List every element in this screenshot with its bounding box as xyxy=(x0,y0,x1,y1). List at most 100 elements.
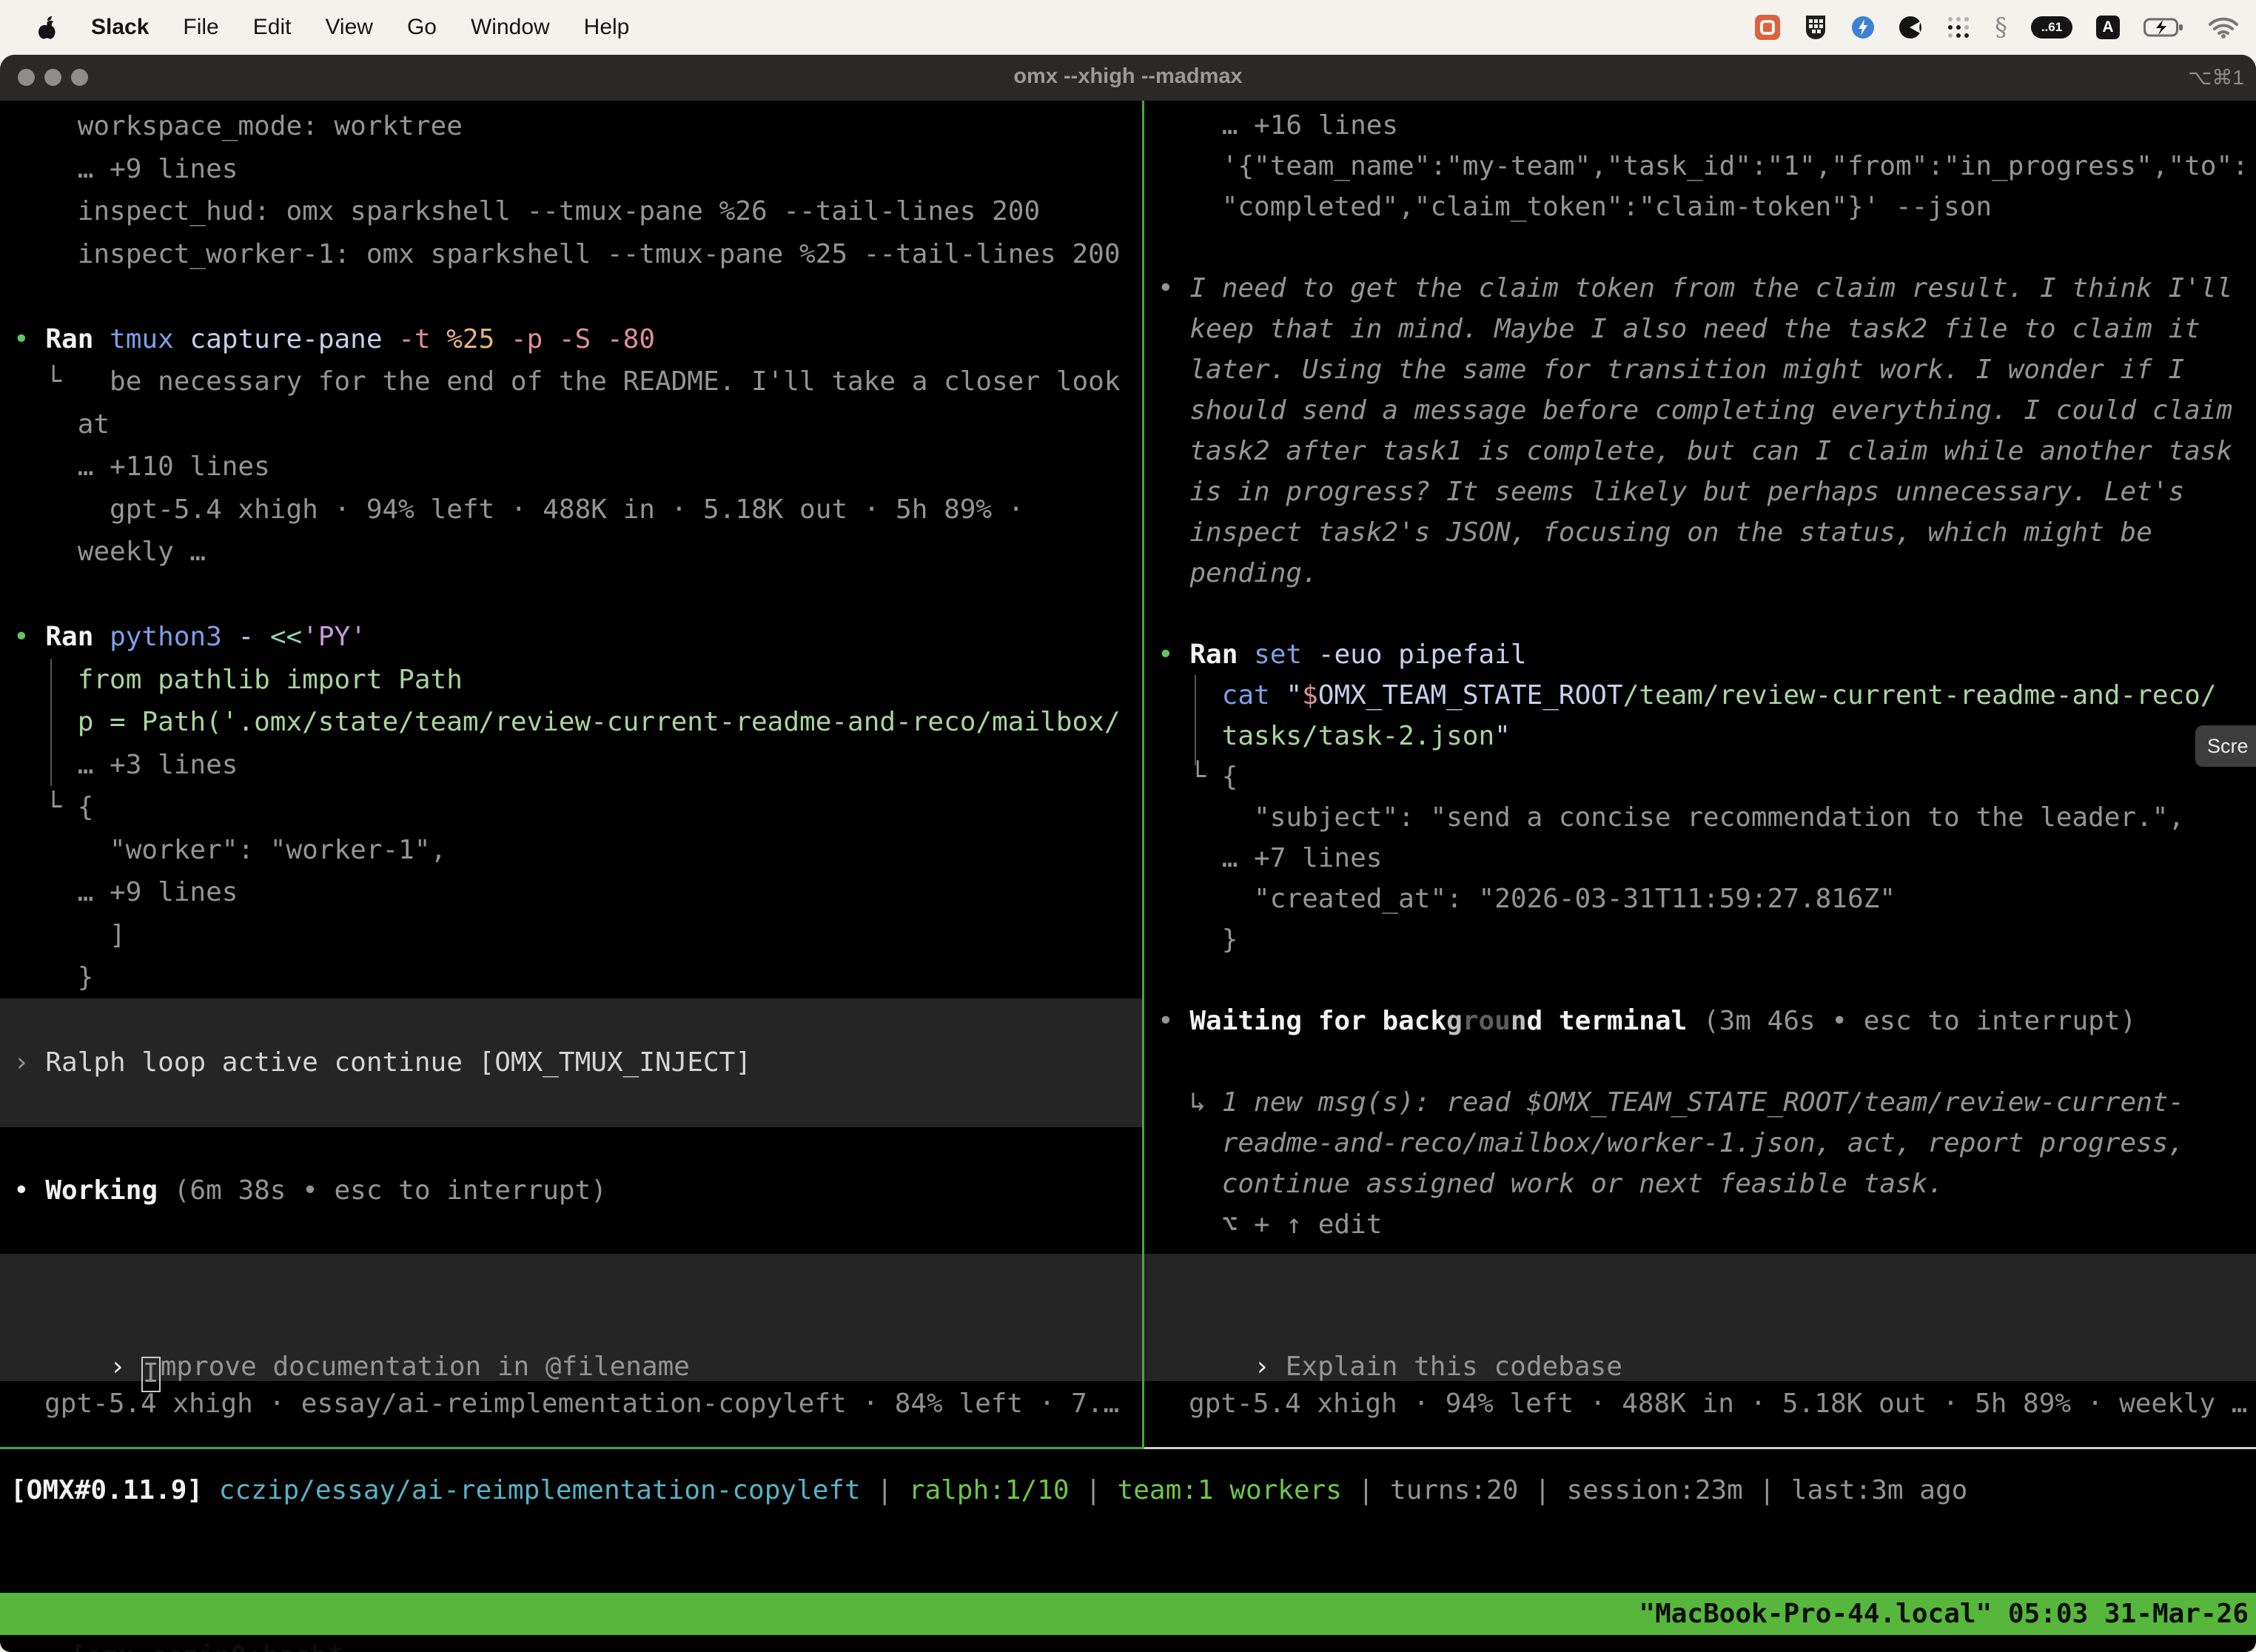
terminal-line: inspect task2's JSON, focusing on the st… xyxy=(1144,512,2256,553)
terminal-line: should send a message before completing … xyxy=(1144,390,2256,431)
text-segment: readme-and-reco/mailbox/worker-1.json, a… xyxy=(1158,1128,2184,1158)
prompt-input-left[interactable]: ›Improve documentation in @filename xyxy=(0,1303,1142,1346)
text-segment: set xyxy=(1254,639,1318,670)
terminal-line: keep that in mind. Maybe I also need the… xyxy=(1144,309,2256,349)
terminal-line: "completed","claim_token":"claim-token"}… xyxy=(1144,187,2256,227)
text-segment: … +16 lines xyxy=(1158,110,1398,141)
text-segment: last:3m ago xyxy=(1791,1475,1967,1505)
terminal-line xyxy=(0,999,1142,1042)
text-segment: Waiting for back xyxy=(1189,1006,1446,1036)
coin-badge-icon[interactable]: ..61 xyxy=(2031,16,2072,38)
menu-item-file[interactable]: File xyxy=(183,15,218,40)
terminal-line: … +9 lines xyxy=(0,148,1142,191)
terminal-line xyxy=(0,1084,1142,1127)
text-segment: | xyxy=(1070,1475,1118,1505)
terminal-line: … +16 lines xyxy=(1144,105,2256,146)
terminal-line: • I need to get the claim token from the… xyxy=(1144,268,2256,309)
text-segment: %25 xyxy=(446,324,511,355)
menu-item-edit[interactable]: Edit xyxy=(253,15,292,40)
terminal-line: "subject": "send a concise recommendatio… xyxy=(1144,797,2256,838)
text-segment: d terminal xyxy=(1527,1006,1703,1036)
text-segment: └ { xyxy=(13,792,93,822)
terminal-line: └ { xyxy=(1144,756,2256,797)
text-segment: n xyxy=(1511,1006,1527,1036)
text-segment: (6m 38s • esc to interrupt) xyxy=(174,1175,607,1206)
text-segment: from pathlib import Path xyxy=(13,665,463,695)
chat-app-icon[interactable] xyxy=(1755,15,1780,40)
text-segment: later. Using the same for transition mig… xyxy=(1158,355,2184,385)
text-segment: - xyxy=(238,622,269,652)
apps-grid-icon[interactable] xyxy=(1946,15,1971,40)
terminal-line: weekly … xyxy=(0,531,1142,574)
text-segment: ↳ xyxy=(1158,1087,1222,1118)
prompt-chevron: › xyxy=(110,1352,126,1382)
text-segment: Ralph loop active continue [OMX_TMUX_INJ… xyxy=(45,1047,751,1078)
terminal-line: at xyxy=(0,403,1142,446)
prompt-input-right[interactable]: ›Explain this codebase xyxy=(1144,1303,2256,1346)
terminal-line: • Ran set -euo pipefail xyxy=(1144,634,2256,675)
text-segment: Ran xyxy=(45,324,110,355)
screenshot-tooltip: Scre xyxy=(2195,725,2256,767)
left-pane-border xyxy=(0,1447,1142,1449)
text-segment: turns:20 xyxy=(1390,1475,1518,1505)
text-segment: • xyxy=(1158,273,1189,303)
terminal-line: pending. xyxy=(1144,553,2256,594)
text-segment: • xyxy=(13,1175,45,1206)
text-segment: | xyxy=(1518,1475,1566,1505)
text-segment: "subject": "send a concise recommendatio… xyxy=(1158,802,2184,833)
terminal-line: later. Using the same for transition mig… xyxy=(1144,349,2256,390)
battery-icon[interactable] xyxy=(2143,17,2185,38)
text-segment: … +110 lines xyxy=(13,451,270,482)
text-segment: python3 xyxy=(110,622,238,652)
terminal-line: cat "$OMX_TEAM_STATE_ROOT/team/review-cu… xyxy=(1144,675,2256,716)
terminal-line: └ { xyxy=(0,786,1142,829)
menu-item-window[interactable]: Window xyxy=(471,15,550,40)
terminal-line: continue assigned work or next feasible … xyxy=(1144,1164,2256,1204)
text-segment: workspace_mode: worktree xyxy=(13,111,463,141)
code-gutter-line xyxy=(1195,675,1196,765)
text-segment: • xyxy=(1158,1006,1189,1036)
text-segment: pending. xyxy=(1158,558,1318,588)
text-segment: -p -S -80 xyxy=(511,324,655,355)
menu-item-help[interactable]: Help xyxy=(584,15,630,40)
text-segment: (3m 46s • esc to interrupt) xyxy=(1703,1006,2136,1036)
menu-item-go[interactable]: Go xyxy=(407,15,437,40)
text-segment: p = Path('.omx/state/team/review-current… xyxy=(13,707,1121,737)
text-segment: capture-pane xyxy=(189,324,398,355)
wifi-icon[interactable] xyxy=(2209,16,2238,38)
text-segment: continue assigned work or next feasible … xyxy=(1158,1169,1944,1199)
text-segment: $ xyxy=(1302,680,1318,711)
text-segment: OMX_TEAM_STATE_ROOT xyxy=(1318,680,1623,711)
text-segment: gpt-5.4 xhigh · 94% left · 488K in · 5.1… xyxy=(13,494,1024,525)
terminal-line: p = Path('.omx/state/team/review-current… xyxy=(0,701,1142,744)
terminal-line: inspect_worker-1: omx sparkshell --tmux-… xyxy=(0,233,1142,276)
text-segment: 1 new msg(s): read $OMX_TEAM_STATE_ROOT/… xyxy=(1222,1087,2184,1118)
text-segment xyxy=(1158,721,1222,751)
terminal-line: is in progress? It seems likely but perh… xyxy=(1144,471,2256,512)
right-status-line: gpt-5.4 xhigh · 94% left · 488K in · 5.1… xyxy=(1144,1383,2256,1426)
input-source-icon[interactable]: A xyxy=(2096,16,2120,39)
terminal-line: } xyxy=(1144,919,2256,960)
text-segment: } xyxy=(13,962,93,993)
text-segment xyxy=(203,1475,219,1505)
text-segment: … +3 lines xyxy=(13,750,238,780)
text-segment: at xyxy=(13,409,110,440)
menu-item-view[interactable]: View xyxy=(325,15,372,40)
window-shortcut: ⌥⌘1 xyxy=(2188,65,2244,90)
text-segment: • xyxy=(13,622,45,652)
text-segment: is in progress? It seems likely but perh… xyxy=(1158,477,2184,507)
terminal-line: tasks/task-2.json" xyxy=(1144,716,2256,756)
shield-grid-icon[interactable] xyxy=(1804,14,1827,41)
text-segment: Ran xyxy=(45,622,110,652)
apple-menu-icon[interactable] xyxy=(37,16,57,39)
bolt-badge-icon[interactable] xyxy=(1851,16,1875,39)
terminal-line xyxy=(1144,1041,2256,1082)
menu-item-app[interactable]: Slack xyxy=(91,15,149,40)
text-segment: └ be necessary for the end of the README… xyxy=(13,366,1121,397)
squiggle-icon[interactable]: § xyxy=(1995,13,2007,42)
terminal-line: "created_at": "2026-03-31T11:59:27.816Z" xyxy=(1144,879,2256,919)
moon-icon[interactable] xyxy=(1899,16,1922,39)
terminal-line xyxy=(0,574,1142,617)
pane-right: … +16 lines '{"team_name":"my-team","tas… xyxy=(1144,101,2256,1449)
text-segment: "completed","claim_token":"claim-token"}… xyxy=(1158,192,1992,222)
